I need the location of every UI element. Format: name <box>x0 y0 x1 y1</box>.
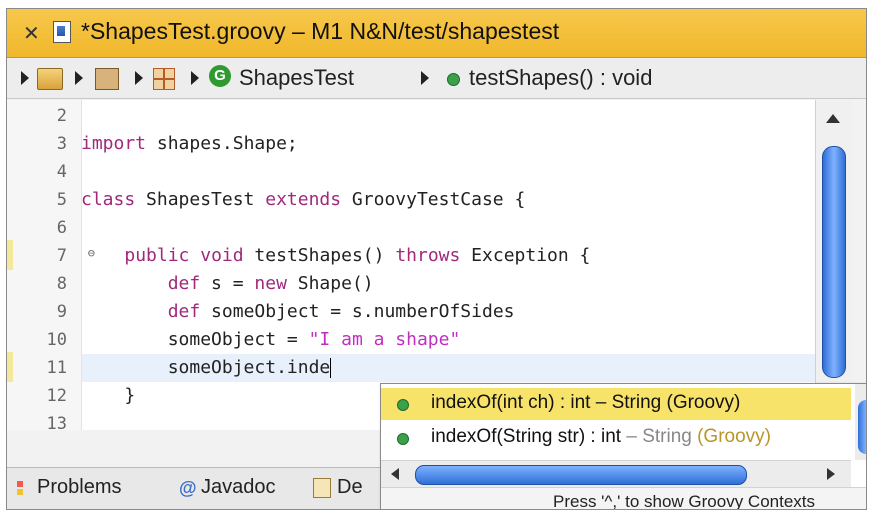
keyword: public <box>124 245 190 266</box>
editor-window: ✕ *ShapesTest.groovy – M1 N&N/test/shape… <box>6 8 867 510</box>
code-text: s = <box>200 273 255 294</box>
scroll-left-icon[interactable] <box>391 468 399 480</box>
popup-status-bar: Press '^,' to show Groovy Contexts <box>381 487 866 510</box>
class-icon[interactable]: G <box>209 65 231 87</box>
scroll-up-icon[interactable] <box>826 114 840 123</box>
keyword: throws <box>395 245 461 266</box>
code-line: someObject = "I am a shape" <box>81 329 461 350</box>
code-line: import shapes.Shape; <box>81 133 298 154</box>
method-icon <box>447 73 460 86</box>
line-number: 7 <box>56 246 67 266</box>
line-number: 8 <box>56 274 67 294</box>
tab-label: De <box>337 476 363 498</box>
code-line: def someObject = s.numberOfSides <box>81 301 515 322</box>
method-icon <box>397 399 409 411</box>
tab-label: Javadoc <box>201 476 276 498</box>
editor-titlebar: ✕ *ShapesTest.groovy – M1 N&N/test/shape… <box>7 9 866 58</box>
line-number: 13 <box>46 414 67 434</box>
line-number: 3 <box>56 134 67 154</box>
string-literal: "I am a shape" <box>308 329 461 350</box>
keyword: void <box>200 245 244 266</box>
tab-javadoc[interactable]: @ Javadoc <box>179 476 276 499</box>
text-caret <box>330 358 332 378</box>
code-text: someObject.inde <box>167 357 331 378</box>
proposal-name: indexOf(int ch) : int <box>431 392 591 413</box>
proposal-owner: – String (Groovy) <box>595 392 741 413</box>
declaration-icon <box>313 477 331 498</box>
tab-problems[interactable]: Problems <box>15 476 121 499</box>
line-number: 12 <box>46 386 67 406</box>
popup-horizontal-scrollbar[interactable] <box>381 460 851 487</box>
code-line: def s = new Shape() <box>81 273 374 294</box>
keyword: new <box>254 273 287 294</box>
problems-icon <box>15 478 31 497</box>
line-number: 4 <box>56 162 67 182</box>
completion-proposal[interactable]: indexOf(int ch) : int – String (Groovy) <box>381 388 851 420</box>
tab-label: Problems <box>37 476 122 498</box>
code-line: public void testShapes() throws Exceptio… <box>81 245 590 266</box>
chevron-right-icon[interactable] <box>21 71 29 85</box>
keyword: extends <box>265 189 342 210</box>
close-icon[interactable]: ✕ <box>23 21 40 46</box>
popup-status-text: Press '^,' to show Groovy Contexts <box>553 492 816 510</box>
code-text: someObject = <box>167 329 309 350</box>
breadcrumb-item-method[interactable]: testShapes() : void <box>469 65 652 91</box>
scrollbar-thumb[interactable] <box>822 146 846 378</box>
editor-title: *ShapesTest.groovy – M1 N&N/test/shapest… <box>81 18 560 44</box>
code-line: } <box>81 385 135 406</box>
tab-declaration[interactable]: De <box>313 476 363 499</box>
proposal-name: indexOf(String str) : int <box>431 426 622 447</box>
groovy-file-icon <box>53 21 71 43</box>
package-icon[interactable] <box>153 68 175 90</box>
keyword: def <box>167 273 201 294</box>
change-marker <box>7 240 13 270</box>
completion-proposal[interactable]: indexOf(String str) : int – String (Groo… <box>381 422 851 454</box>
code-editor[interactable]: 2 3 4 5 6 7 ⊖ 8 9 10 11 12 13 import sha… <box>7 100 815 434</box>
method-icon <box>397 433 409 445</box>
package-folder-icon[interactable] <box>95 68 119 90</box>
content-assist-popup: indexOf(int ch) : int – String (Groovy) … <box>380 383 866 510</box>
breadcrumb-item-class[interactable]: ShapesTest <box>239 65 354 91</box>
proposal-owner: – String <box>626 426 692 447</box>
chevron-right-icon[interactable] <box>421 71 429 85</box>
javadoc-icon: @ <box>179 477 197 498</box>
scrollbar-thumb[interactable] <box>858 400 866 454</box>
project-icon[interactable] <box>37 68 63 90</box>
proposal-owner-tag: (Groovy) <box>697 426 772 447</box>
code-text: } <box>124 385 136 406</box>
line-number: 11 <box>46 358 67 378</box>
line-number: 2 <box>56 106 67 126</box>
code-text: Shape() <box>286 273 374 294</box>
line-number: 5 <box>56 190 67 210</box>
code-text: shapes.Shape; <box>146 133 298 154</box>
keyword: def <box>167 301 201 322</box>
line-number: 6 <box>56 218 67 238</box>
code-line: someObject.inde <box>81 357 332 378</box>
editor-vertical-scrollbar[interactable] <box>815 100 852 430</box>
code-text: someObject = s.numberOfSides <box>200 301 515 322</box>
change-marker <box>7 352 13 382</box>
chevron-right-icon[interactable] <box>191 71 199 85</box>
chevron-right-icon[interactable] <box>135 71 143 85</box>
code-text: GroovyTestCase { <box>341 189 526 210</box>
keyword: import <box>81 133 147 154</box>
line-number: 9 <box>56 302 67 322</box>
code-line: class ShapesTest extends GroovyTestCase … <box>81 189 525 210</box>
breadcrumb: G ShapesTest testShapes() : void <box>7 58 866 99</box>
code-text: testShapes() <box>243 245 396 266</box>
popup-vertical-scrollbar[interactable] <box>855 384 866 460</box>
code-text: Exception { <box>460 245 591 266</box>
code-text: ShapesTest <box>135 189 266 210</box>
keyword: class <box>81 189 136 210</box>
line-number: 10 <box>46 330 67 350</box>
chevron-right-icon[interactable] <box>75 71 83 85</box>
scroll-right-icon[interactable] <box>827 468 835 480</box>
scrollbar-thumb[interactable] <box>415 465 747 485</box>
